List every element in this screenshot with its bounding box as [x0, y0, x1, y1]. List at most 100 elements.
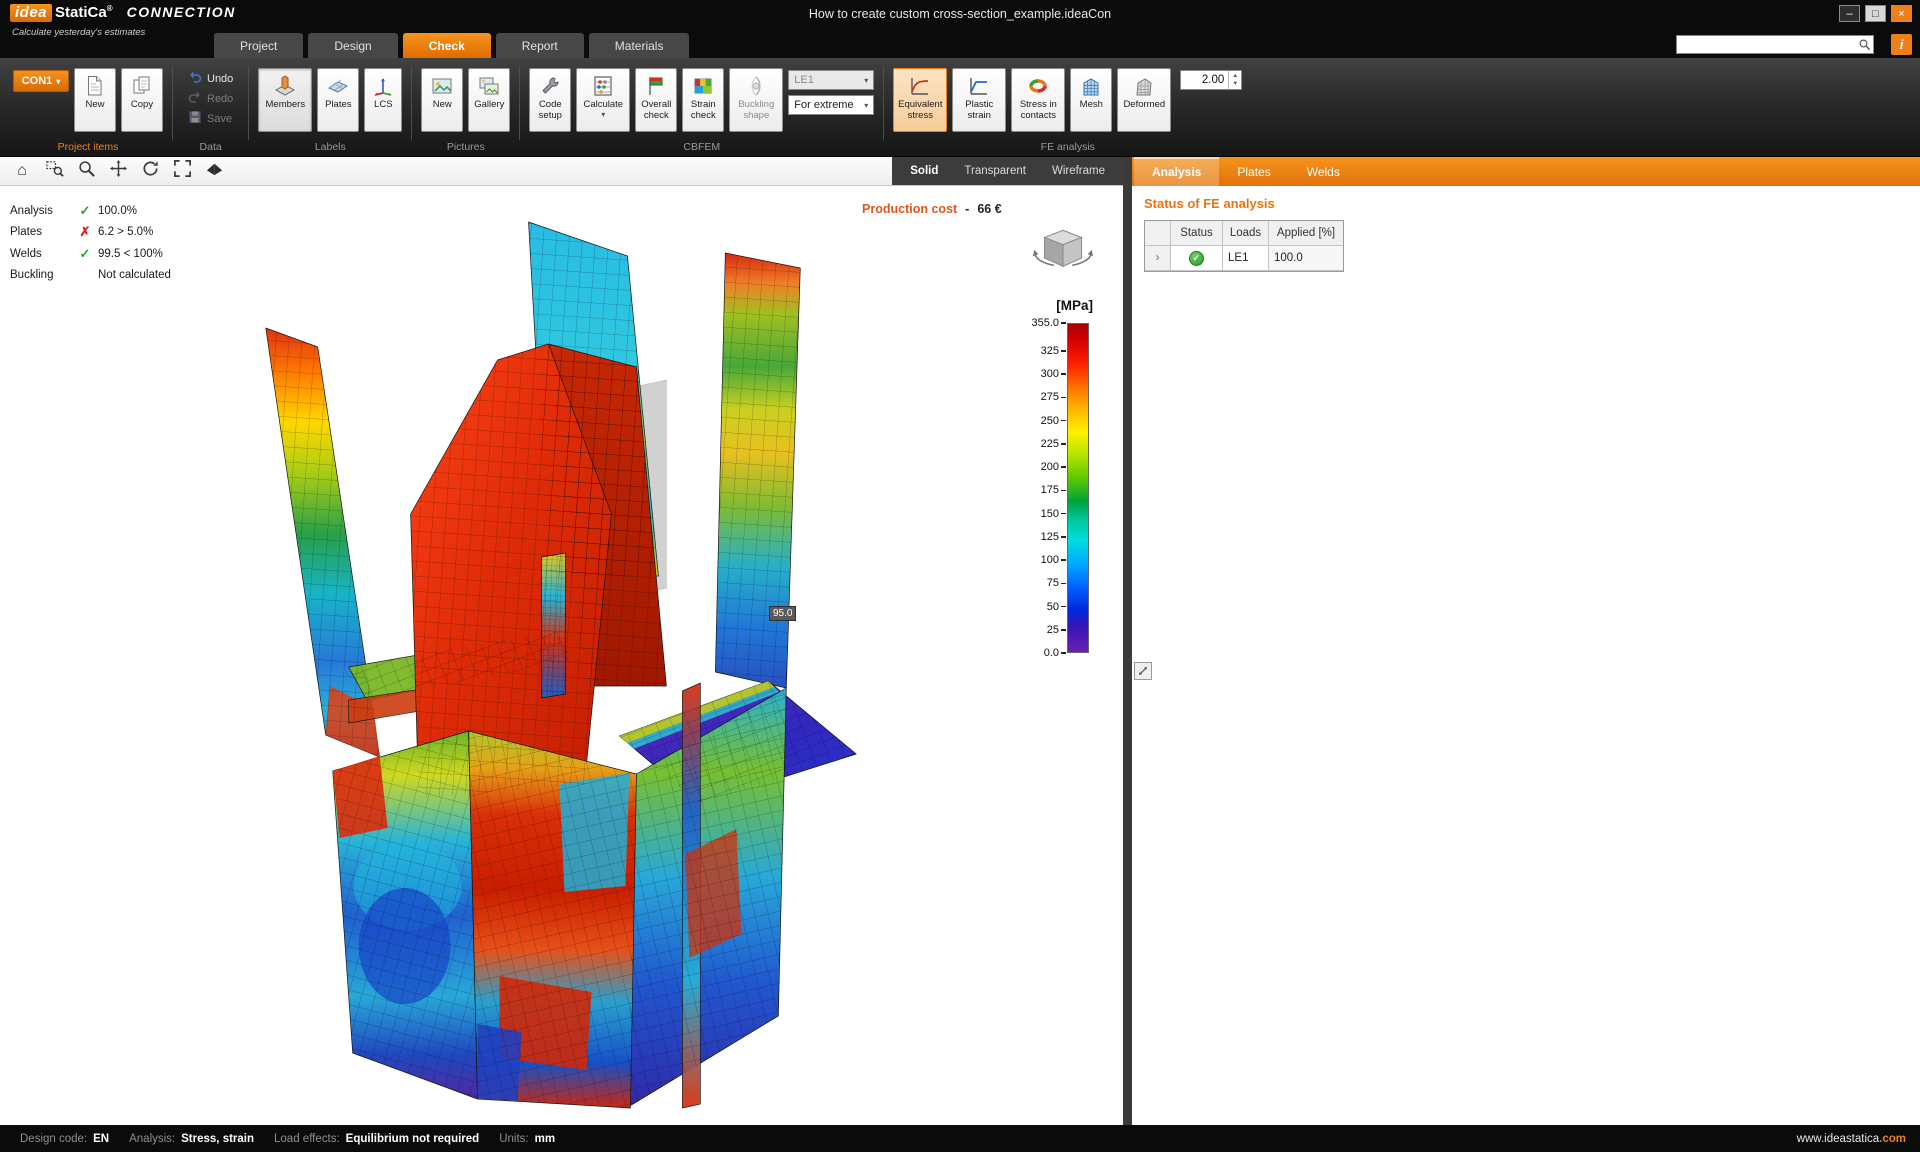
- con1-dropdown-button[interactable]: CON1 ▾: [13, 70, 69, 92]
- tab-report[interactable]: Report: [496, 33, 584, 58]
- legend-unit: [MPa]: [1005, 298, 1097, 313]
- new-project-item-button[interactable]: New: [74, 68, 116, 132]
- pan-arrows-icon: [109, 159, 128, 183]
- legend-tick: 50: [1047, 601, 1066, 613]
- maximize-button[interactable]: □: [1865, 5, 1886, 22]
- product-name: CONNECTION: [127, 4, 236, 20]
- plates-icon: [327, 73, 349, 98]
- view-mode-wireframe[interactable]: Wireframe: [1052, 165, 1105, 177]
- deformed-button[interactable]: Deformed: [1117, 68, 1171, 132]
- code-setup-button[interactable]: Code setup: [529, 68, 571, 132]
- chevron-down-icon: ▾: [864, 101, 868, 110]
- row-applied-cell: 100.0: [1269, 246, 1343, 271]
- pan-button[interactable]: [104, 159, 132, 184]
- status-row-welds: Welds ✓ 99.5 < 100%: [10, 243, 171, 265]
- flag-icon: [645, 73, 667, 98]
- undo-icon: [188, 70, 202, 87]
- tab-project[interactable]: Project: [214, 33, 303, 58]
- plastic-strain-button[interactable]: Plastic strain: [952, 68, 1006, 132]
- navigation-cube[interactable]: [1027, 220, 1099, 292]
- view-mode-solid[interactable]: Solid: [910, 165, 938, 177]
- contact-ring-icon: [1027, 73, 1049, 98]
- save-button[interactable]: Save: [182, 110, 239, 127]
- fit-arrows-icon: [173, 159, 192, 183]
- plates-toggle-button[interactable]: Plates: [317, 68, 359, 132]
- redo-button[interactable]: Redo: [182, 90, 239, 107]
- check-status-overlay: Analysis ✓ 100.0% Plates ✗ 6.2 > 5.0% We…: [10, 200, 171, 286]
- row-expander[interactable]: ›: [1145, 246, 1171, 271]
- ribbon-group-fe-analysis: Equivalent stress Plastic strain Stress …: [884, 58, 1251, 156]
- undo-button[interactable]: Undo: [182, 70, 239, 87]
- equivalent-stress-button[interactable]: Equivalent stress: [893, 68, 947, 132]
- rotate-view-button[interactable]: [136, 159, 164, 184]
- fe-model-3d-view[interactable]: [0, 186, 1123, 1125]
- minimize-icon: –: [1846, 8, 1852, 20]
- copy-button[interactable]: Copy: [121, 68, 163, 132]
- members-icon: [274, 73, 296, 98]
- table-header-expander: [1145, 221, 1171, 246]
- idea-logo: idea: [10, 4, 52, 22]
- spinner-arrows[interactable]: ▴ ▾: [1228, 71, 1241, 89]
- view-mode-transparent[interactable]: Transparent: [964, 165, 1026, 177]
- redo-icon: [188, 90, 202, 107]
- chevron-down-icon: ▾: [601, 111, 605, 118]
- lcs-toggle-button[interactable]: LCS: [364, 68, 402, 132]
- app-logo: idea StatiCa® CONNECTION: [10, 4, 236, 22]
- results-tab-analysis[interactable]: Analysis: [1134, 157, 1219, 186]
- results-tab-welds[interactable]: Welds: [1289, 157, 1358, 186]
- chevron-down-icon: ▾: [56, 77, 60, 86]
- deformation-scale-spinner[interactable]: 2.00 ▴ ▾: [1180, 70, 1242, 90]
- minimize-button[interactable]: –: [1839, 5, 1860, 22]
- members-toggle-button[interactable]: Members: [258, 68, 312, 132]
- section-title: Status of FE analysis: [1144, 196, 1275, 211]
- results-tab-plates[interactable]: Plates: [1219, 157, 1288, 186]
- legend-tick: 75: [1047, 577, 1066, 589]
- search-input[interactable]: [1677, 39, 1855, 51]
- results-content: Status of FE analysis Status Loads Appli…: [1132, 186, 1920, 1125]
- legend-ticks: 355.032530027525022520017515012510075502…: [1005, 323, 1097, 653]
- gallery-button[interactable]: Gallery: [468, 68, 510, 132]
- tagline: Calculate yesterday's estimates: [12, 27, 145, 38]
- home-view-button[interactable]: ⌂: [8, 159, 36, 184]
- tab-design[interactable]: Design: [308, 33, 397, 58]
- abacus-icon: [592, 73, 614, 98]
- ribbon: CON1 ▾ New Copy Project items: [0, 58, 1920, 157]
- load-case-select[interactable]: LE1 ▾: [788, 70, 874, 90]
- production-cost: Production cost-66 €: [862, 202, 1002, 216]
- table-header-applied: Applied [%]: [1269, 221, 1343, 246]
- mesh-button[interactable]: Mesh: [1070, 68, 1112, 132]
- new-document-icon: [84, 73, 106, 98]
- extreme-select[interactable]: For extreme ▾: [788, 95, 874, 115]
- calculate-button[interactable]: Calculate ▾: [576, 68, 630, 132]
- info-button[interactable]: i: [1891, 34, 1912, 55]
- spinner-up-icon: ▴: [1234, 72, 1237, 80]
- chevron-right-icon: ›: [1156, 252, 1160, 264]
- zoom-fit-button[interactable]: [168, 159, 196, 184]
- search-icon[interactable]: [1855, 38, 1873, 51]
- status-row-plates: Plates ✗ 6.2 > 5.0%: [10, 222, 171, 244]
- stress-in-contacts-button[interactable]: Stress in contacts: [1011, 68, 1065, 132]
- overall-check-button[interactable]: Overall check: [635, 68, 677, 132]
- ribbon-group-project-items: CON1 ▾ New Copy Project items: [4, 58, 172, 156]
- clipping-plane-button[interactable]: [200, 159, 228, 184]
- stress-legend: [MPa] 355.032530027525022520017515012510…: [1005, 298, 1097, 678]
- buckling-shape-button[interactable]: Buckling shape: [729, 68, 783, 132]
- maximize-icon: □: [1872, 8, 1879, 20]
- magnifier-icon: [77, 159, 96, 183]
- panel-resize-handle[interactable]: [1134, 662, 1152, 680]
- tab-check[interactable]: Check: [403, 33, 491, 58]
- status-ok-icon: ✓: [1189, 251, 1204, 266]
- new-picture-button[interactable]: New: [421, 68, 463, 132]
- panel-splitter[interactable]: [1123, 157, 1132, 1125]
- website-link[interactable]: www.ideastatica.com: [1797, 1133, 1906, 1145]
- tab-materials[interactable]: Materials: [589, 33, 690, 58]
- zoom-window-button[interactable]: [40, 159, 68, 184]
- cross-icon: ✗: [72, 224, 98, 240]
- home-icon: ⌂: [17, 162, 27, 180]
- close-button[interactable]: ×: [1891, 5, 1912, 22]
- zoom-button[interactable]: [72, 159, 100, 184]
- ribbon-group-cbfem: Code setup Calculate ▾ Overall check St: [520, 58, 883, 156]
- spinner-down-icon: ▾: [1234, 80, 1237, 88]
- strain-check-button[interactable]: Strain check: [682, 68, 724, 132]
- status-bar: Design code:EN Analysis:Stress, strain L…: [0, 1125, 1920, 1152]
